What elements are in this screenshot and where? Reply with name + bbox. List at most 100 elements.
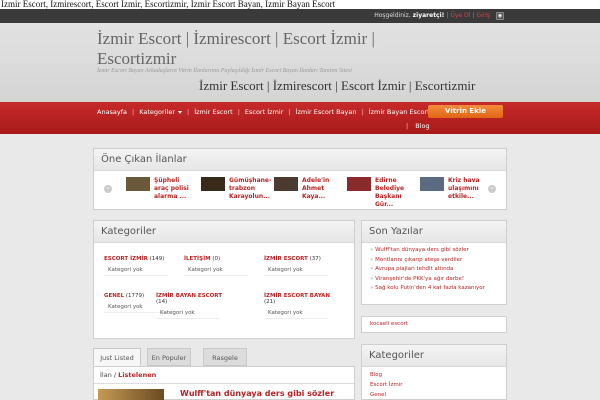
nav-divider: | (132, 108, 135, 116)
category-link[interactable]: GENEL (104, 293, 124, 299)
login-link[interactable]: Giriş (476, 9, 490, 23)
side-category-link[interactable]: Escort İzmir (370, 382, 403, 388)
main-nav: Anasayfa | Kategoriler | İzmir Escort | … (0, 102, 600, 134)
listing-thumbnail[interactable] (98, 389, 164, 400)
featured-item-title: Kriz hava ulaşımını etkile... (448, 177, 480, 200)
nav-divider: | (187, 108, 190, 116)
list-item: Viranşehir'de PKK'ya ağır darbe! (370, 275, 506, 285)
top-bar: Hoşgeldiniz, ziyaretçi! | Üye Ol | Giriş… (0, 9, 600, 23)
recent-post-link[interactable]: Sağ kolu Putin'den 4 kat fazla kazanıyor (375, 285, 485, 291)
listing-title[interactable]: Wulff'tan dünyaya ders gibi sözler (180, 389, 334, 398)
featured-thumbnail (201, 177, 225, 191)
site-logo[interactable]: İzmir Escort | İzmirescort | Escort İzmi… (97, 29, 457, 69)
divider (94, 383, 354, 384)
featured-item-title: Gümüşhane-trabzon Karayolun... (229, 177, 272, 200)
nav-item-izmir-escort-bayan[interactable]: İzmir Escort Bayan (296, 108, 357, 116)
nav-item-categories[interactable]: Kategoriler (139, 108, 182, 116)
featured-item-title: Şüpheli araç polisi alarma ... (154, 177, 189, 200)
list-item: Avrupa piajları tehdit altında (370, 265, 506, 275)
side-link[interactable]: kocaeli escort (370, 321, 408, 327)
nav-item-izmir-escort[interactable]: İzmir Escort (194, 108, 232, 116)
user-name: ziyaretçi! (412, 12, 445, 19)
tab-just-listed[interactable]: Just Listed (93, 348, 141, 366)
nav-item-izmir-bayan-escort[interactable]: İzmir Bayan Escort (369, 108, 430, 116)
featured-thumbnail (420, 177, 444, 191)
breadcrumb-current: Listelenen (118, 371, 157, 379)
nav-item-escort-izmir[interactable]: Escort İzmir (245, 108, 283, 116)
divider: | (446, 12, 449, 19)
category-sub: Kategori yok (184, 267, 248, 276)
category-link[interactable]: İZMİR ESCORT (264, 256, 308, 262)
chevron-right-icon[interactable]: › (488, 185, 496, 193)
tab-rasgele[interactable]: Rasgele (203, 348, 247, 366)
side-categories-box: Kategoriler Blog Escort İzmir Genel (361, 344, 507, 400)
site-header: İzmir Escort | İzmirescort | Escort İzmi… (0, 23, 600, 103)
featured-item[interactable]: Edirne Belediye Başkanı Gür... (347, 177, 415, 209)
side-category-link[interactable]: Blog (370, 372, 382, 378)
category-count: (0) (212, 256, 221, 262)
logo-line-2: Escortizmir (97, 49, 177, 68)
recent-posts-list: Wulff'tan dünyaya ders gibi sözler Montl… (362, 243, 506, 294)
featured-item[interactable]: Gümüşhane-trabzon Karayolun... (201, 177, 272, 201)
recent-post-link[interactable]: Viranşehir'de PKK'ya ağır darbe! (375, 276, 464, 282)
featured-item-title: Adele'in Ahmet Kaya... (302, 177, 330, 200)
chevron-down-icon (178, 110, 182, 114)
category-sub: Kategori yok (264, 310, 328, 319)
nav-item-blog[interactable]: Blog (415, 122, 429, 130)
recent-post-link[interactable]: Avrupa piajları tehdit altında (375, 266, 453, 272)
nav-divider: | (406, 122, 409, 130)
featured-title: Öne Çıkan İlanlar (94, 149, 506, 171)
list-item: Blog (370, 370, 506, 380)
side-categories-title: Kategoriler (362, 345, 506, 367)
featured-carousel: ‹ Şüpheli araç polisi alarma ... Gümüşha… (94, 175, 508, 208)
greeting-text: Hoşgeldiniz, (374, 12, 411, 19)
category-item: İLETİŞİM (0) Kategori yok (184, 256, 248, 276)
featured-item-title: Edirne Belediye Başkanı Gür... (375, 177, 405, 208)
recent-post-link[interactable]: Montlarını çıkarıp ateşe verdiler (375, 257, 462, 263)
category-count: (37) (309, 256, 321, 262)
categories-title: Kategoriler (94, 221, 354, 243)
side-link-box: kocaeli escort (361, 316, 507, 333)
featured-listings: Öne Çıkan İlanlar ‹ Şüpheli araç polisi … (93, 148, 507, 210)
category-link[interactable]: İLETİŞİM (184, 256, 211, 262)
category-count: (21) (264, 299, 276, 305)
nav-divider: | (237, 108, 240, 116)
category-sub: Kategori yok (104, 267, 168, 276)
list-item: Sağ kolu Putin'den 4 kat fazla kazanıyor (370, 284, 506, 294)
site-keywords-line: İzmir Escort, İzmirescort, Escort İzmir,… (0, 0, 600, 9)
listing-panel: İlan / Listelenen Wulff'tan dünyaya ders… (93, 366, 355, 400)
side-categories-list: Blog Escort İzmir Genel (362, 367, 506, 400)
header-banner: İzmir Escort | İzmirescort | Escort İzmi… (199, 78, 476, 93)
rss-icon[interactable]: ◉ (496, 12, 504, 20)
tab-en-populer[interactable]: En Populer (147, 348, 191, 366)
chevron-left-icon[interactable]: ‹ (104, 185, 112, 193)
list-item: Wulff'tan dünyaya ders gibi sözler (370, 246, 506, 256)
user-links: Hoşgeldiniz, ziyaretçi! | Üye Ol | Giriş (374, 9, 490, 23)
featured-thumbnail (274, 177, 298, 191)
logo-line-1: İzmir Escort | İzmirescort | Escort İzmi… (97, 29, 375, 48)
signup-link[interactable]: Üye Ol (450, 9, 470, 23)
nav-item-home[interactable]: Anasayfa (97, 108, 127, 116)
category-count: (1779) (125, 293, 145, 299)
recent-post-link[interactable]: Wulff'tan dünyaya ders gibi sözler (375, 247, 469, 253)
category-item: ESCORT İZMİR (149) Kategori yok (104, 256, 168, 276)
category-item: İZMİR ESCORT BAYAN (21) Kategori yok (264, 293, 352, 319)
nav-divider: | (361, 108, 364, 116)
category-count: (149) (149, 256, 165, 262)
featured-item[interactable]: Kriz hava ulaşımını etkile... (420, 177, 488, 201)
nav-divider: | (288, 108, 291, 116)
category-sub: Kategori yok (264, 267, 328, 276)
category-link[interactable]: ESCORT İZMİR (104, 256, 148, 262)
breadcrumb: İlan / Listelenen (94, 367, 354, 379)
category-sub: Kategori yok (156, 310, 220, 319)
featured-item[interactable]: Şüpheli araç polisi alarma ... (126, 177, 194, 201)
site-tagline: İzmir Escort Bayan Arkadaşların Vitrin İ… (97, 68, 352, 74)
add-showcase-button[interactable]: Vitrin Ekle (428, 105, 503, 118)
featured-item[interactable]: Adele'in Ahmet Kaya... (274, 177, 342, 201)
categories-box: Kategoriler ESCORT İZMİR (149) Kategori … (93, 220, 355, 339)
listing-tabs: Just Listed En Populer Rasgele (93, 348, 355, 366)
side-category-link[interactable]: Genel (370, 392, 386, 398)
recent-posts-title: Son Yazılar (362, 221, 506, 243)
nav-item-categories-label: Kategoriler (139, 108, 175, 116)
featured-thumbnail (126, 177, 150, 191)
